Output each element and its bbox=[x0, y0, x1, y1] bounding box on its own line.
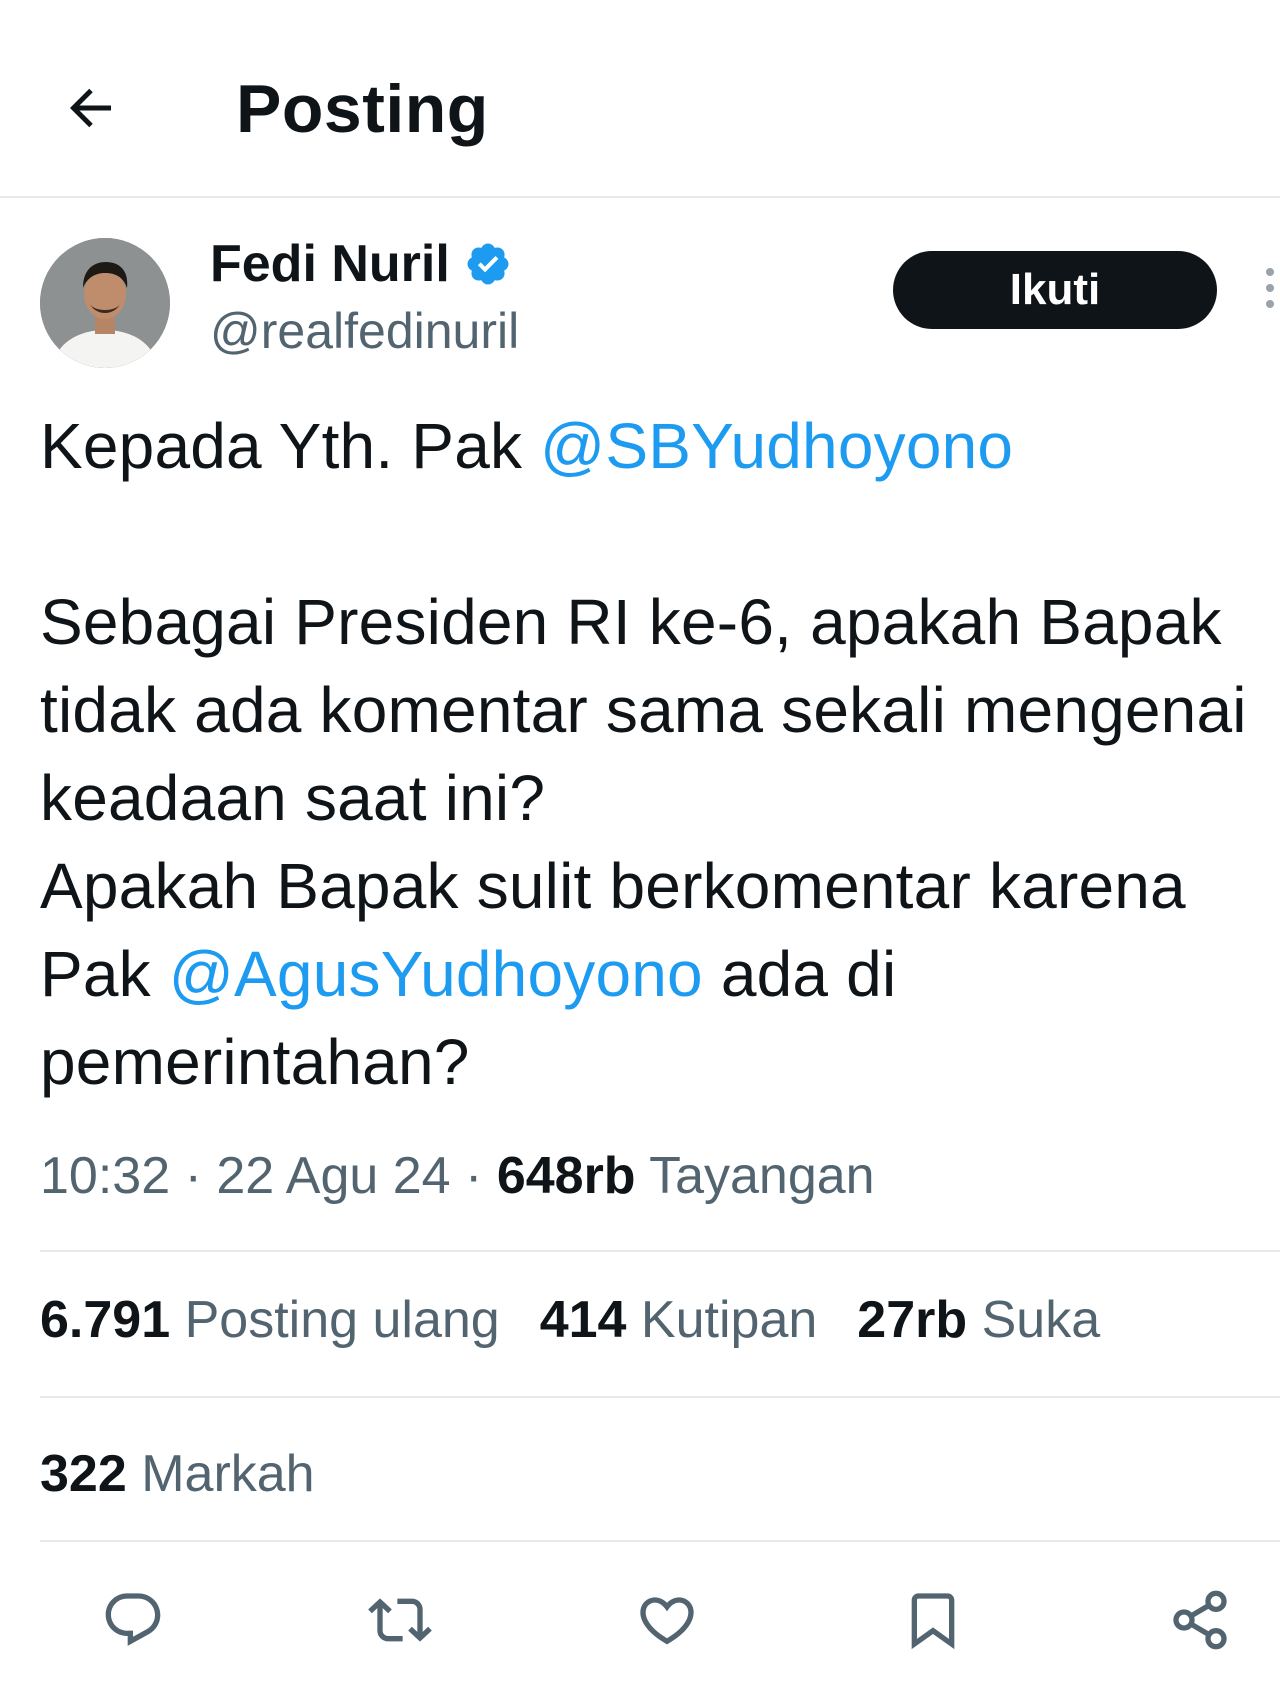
views-count: 648rb bbox=[496, 1147, 636, 1205]
post-line-1: Kepada Yth. Pak @SBYudhoyono bbox=[40, 410, 1014, 482]
more-options-button[interactable] bbox=[1262, 268, 1278, 312]
top-bar: Posting bbox=[0, 0, 1280, 198]
divider bbox=[40, 1540, 1280, 1542]
reposts-stat[interactable]: 6.791 Posting ulang bbox=[40, 1290, 500, 1350]
post-time[interactable]: 10:32 bbox=[40, 1147, 170, 1205]
mention-link-sbyudhoyono[interactable]: @SBYudhoyono bbox=[540, 410, 1013, 482]
like-icon bbox=[640, 1597, 694, 1645]
post-meta: 10:32 · 22 Agu 24 · 648rb Tayangan bbox=[40, 1147, 875, 1205]
more-dot-icon bbox=[1266, 268, 1274, 276]
post-body: Kepada Yth. Pak @SBYudhoyono Sebagai Pre… bbox=[40, 402, 1260, 1106]
reply-button[interactable] bbox=[93, 1580, 173, 1660]
bookmark-button[interactable] bbox=[893, 1580, 973, 1660]
like-button[interactable] bbox=[627, 1580, 707, 1660]
verified-badge-icon bbox=[467, 243, 509, 285]
more-dot-icon bbox=[1266, 284, 1274, 292]
more-dot-icon bbox=[1266, 300, 1274, 308]
share-button[interactable] bbox=[1160, 1580, 1240, 1660]
engagement-stats: 6.791 Posting ulang 414 Kutipan 27rb Suk… bbox=[40, 1290, 1100, 1350]
reply-icon bbox=[105, 1593, 161, 1646]
mention-link-agusyudhoyono[interactable]: @AgusYudhoyono bbox=[169, 938, 703, 1010]
share-icon bbox=[1173, 1590, 1227, 1650]
quotes-stat[interactable]: 414 Kutipan bbox=[540, 1290, 818, 1350]
arrow-left-icon bbox=[70, 88, 111, 128]
author-name[interactable]: Fedi Nuril bbox=[210, 234, 512, 294]
author-handle[interactable]: @realfedinuril bbox=[210, 302, 519, 360]
action-bar bbox=[0, 1580, 1280, 1660]
bookmarks-stat: 322 Markah bbox=[40, 1445, 315, 1503]
divider bbox=[40, 1250, 1280, 1252]
author-name-text: Fedi Nuril bbox=[210, 235, 450, 293]
post-paragraph-2: Sebagai Presiden RI ke-6, apakah Bapak t… bbox=[40, 586, 1247, 1098]
repost-button[interactable] bbox=[360, 1580, 440, 1660]
post-date[interactable]: 22 Agu 24 bbox=[216, 1147, 450, 1205]
avatar[interactable] bbox=[40, 238, 170, 368]
bookmark-icon bbox=[911, 1593, 955, 1650]
likes-stat[interactable]: 27rb Suka bbox=[857, 1290, 1100, 1350]
page-title: Posting bbox=[236, 71, 489, 147]
follow-button[interactable]: Ikuti bbox=[893, 251, 1217, 329]
views-label: Tayangan bbox=[635, 1147, 875, 1205]
back-button[interactable] bbox=[55, 72, 127, 144]
divider bbox=[40, 1396, 1280, 1398]
repost-icon bbox=[368, 1598, 432, 1642]
